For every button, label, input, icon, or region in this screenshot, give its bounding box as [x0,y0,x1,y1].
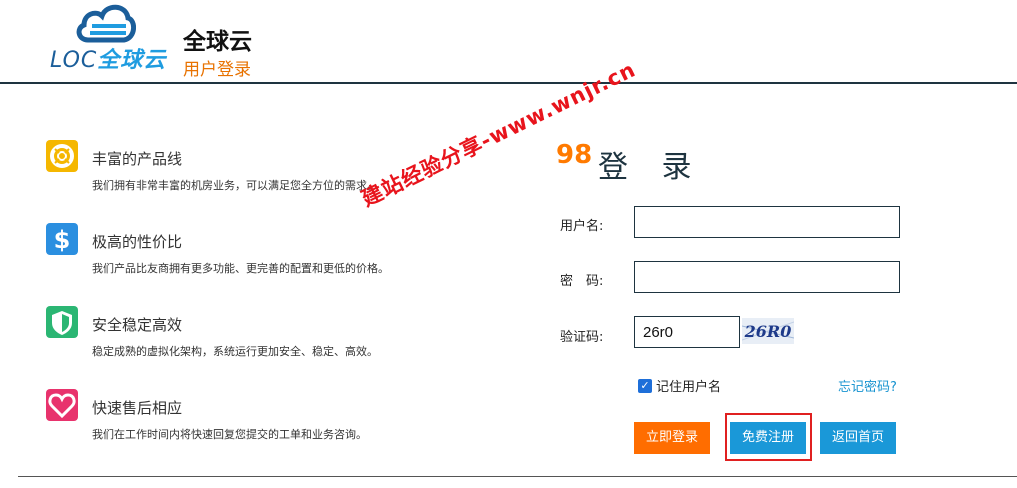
feature-title: 丰富的产品线 [92,150,183,168]
logo-cn-text: 全球云 [97,48,167,73]
page-subtitle: 用户登录 [183,60,251,80]
svg-text:$: $ [54,226,71,254]
feature-desc: 稳定成熟的虚拟化架构，系统运行更加安全、稳定、高效。 [92,345,378,358]
login-title: 登 录 [598,150,704,185]
password-label: 密 码: [560,274,604,289]
remember-label: 记住用户名 [656,380,722,395]
captcha-image[interactable]: 26R0 [742,318,794,344]
feature-item-security: 安全稳定高效 稳定成熟的虚拟化架构，系统运行更加安全、稳定、高效。 [46,306,466,366]
login-button[interactable]: 立即登录 [634,422,710,454]
feature-desc: 我们拥有非常丰富的机房业务，可以满足您全方位的需求。 [92,179,378,192]
feature-title: 快速售后相应 [92,399,183,417]
lifebuoy-icon [46,140,78,172]
feature-title: 安全稳定高效 [92,316,183,334]
username-label: 用户名: [560,219,604,234]
home-button[interactable]: 返回首页 [820,422,896,454]
password-input[interactable] [634,261,900,293]
feature-item-support: 快速售后相应 我们在工作时间内将快速回复您提交的工单和业务咨询。 [46,389,466,449]
remember-checkbox[interactable]: ✓ [638,378,652,393]
feature-title: 极高的性价比 [92,233,183,251]
feature-desc: 我们产品比友商拥有更多功能、更完善的配置和更低的价格。 [92,262,389,275]
forgot-password-link[interactable]: 忘记密码? [838,376,897,395]
cloud-logo-icon [76,4,136,43]
page-header: LOC全球云 全球云 用户登录 [0,0,1017,84]
username-input[interactable] [634,206,900,238]
dollar-icon: $ [46,223,78,255]
heart-icon [46,389,78,421]
register-button[interactable]: 免费注册 [730,422,806,454]
captcha-label: 验证码: [560,330,604,345]
captcha-image-text: 26R0 [744,322,792,341]
site-title: 全球云 [183,29,252,55]
site-logo[interactable]: LOC全球云 [46,0,166,74]
feature-item-value: $ 极高的性价比 我们产品比友商拥有更多功能、更完善的配置和更低的价格。 [46,223,466,283]
captcha-input[interactable] [634,316,740,348]
remember-username[interactable]: ✓ 记住用户名 [638,376,721,395]
footer-divider [18,476,1017,477]
shield-icon [46,306,78,338]
logo-wordmark: LOC全球云 [50,42,166,74]
watermark-prefix: 98 [556,140,593,170]
feature-desc: 我们在工作时间内将快速回复您提交的工单和业务咨询。 [92,428,367,441]
logo-loc-text: LOC [50,48,98,73]
